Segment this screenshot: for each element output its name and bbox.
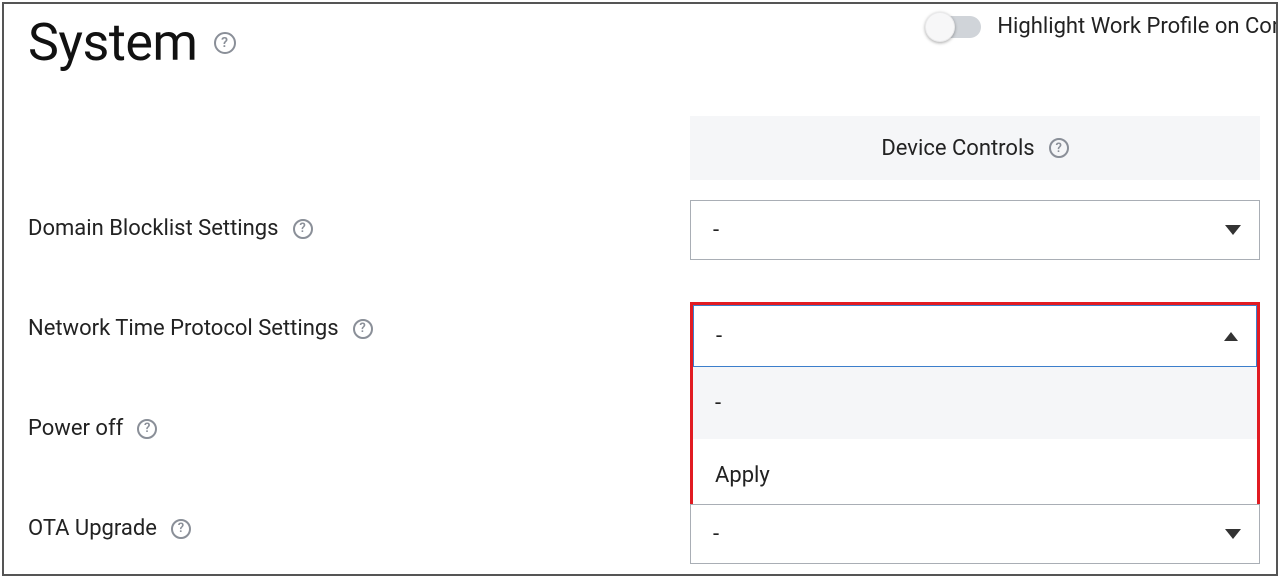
ota-upgrade-label: OTA Upgrade: [28, 516, 157, 541]
help-icon[interactable]: ?: [214, 32, 236, 54]
device-controls-header: Device Controls ?: [690, 116, 1260, 180]
ntp-option-label: Apply: [715, 463, 770, 488]
ntp-option-apply[interactable]: Apply: [693, 439, 1257, 511]
help-icon[interactable]: ?: [293, 219, 313, 239]
ota-upgrade-label-row: OTA Upgrade ?: [28, 516, 191, 541]
page-title: System: [28, 12, 198, 73]
ntp-label: Network Time Protocol Settings: [28, 316, 339, 341]
domain-blocklist-label-row: Domain Blocklist Settings ?: [28, 216, 313, 241]
system-settings-page: System ? Highlight Work Profile on Con D…: [2, 2, 1278, 576]
ota-upgrade-selected: -: [713, 522, 719, 547]
domain-blocklist-select[interactable]: -: [690, 200, 1260, 260]
chevron-down-icon: [1225, 529, 1241, 539]
help-icon[interactable]: ?: [353, 319, 373, 339]
ntp-select-group: - - Apply: [690, 302, 1260, 514]
help-icon[interactable]: ?: [171, 519, 191, 539]
highlight-work-profile-row: Highlight Work Profile on Con: [927, 14, 1278, 39]
highlight-work-profile-label: Highlight Work Profile on Con: [997, 14, 1278, 39]
power-off-label: Power off: [28, 416, 123, 441]
page-title-row: System ?: [28, 12, 236, 73]
ntp-options-list: - Apply: [693, 367, 1257, 511]
ota-upgrade-select[interactable]: -: [690, 504, 1260, 564]
highlight-work-profile-toggle[interactable]: [927, 16, 981, 38]
ntp-label-row: Network Time Protocol Settings ?: [28, 316, 373, 341]
help-icon[interactable]: ?: [137, 419, 157, 439]
device-controls-label: Device Controls: [881, 136, 1034, 161]
help-icon[interactable]: ?: [1049, 138, 1069, 158]
ntp-option-dash[interactable]: -: [693, 367, 1257, 439]
ntp-select[interactable]: -: [693, 305, 1257, 367]
ntp-selected: -: [716, 324, 722, 349]
chevron-down-icon: [1225, 225, 1241, 235]
ntp-option-label: -: [715, 391, 721, 416]
chevron-up-icon: [1224, 332, 1238, 341]
power-off-label-row: Power off ?: [28, 416, 157, 441]
domain-blocklist-selected: -: [713, 218, 719, 243]
domain-blocklist-label: Domain Blocklist Settings: [28, 216, 279, 241]
